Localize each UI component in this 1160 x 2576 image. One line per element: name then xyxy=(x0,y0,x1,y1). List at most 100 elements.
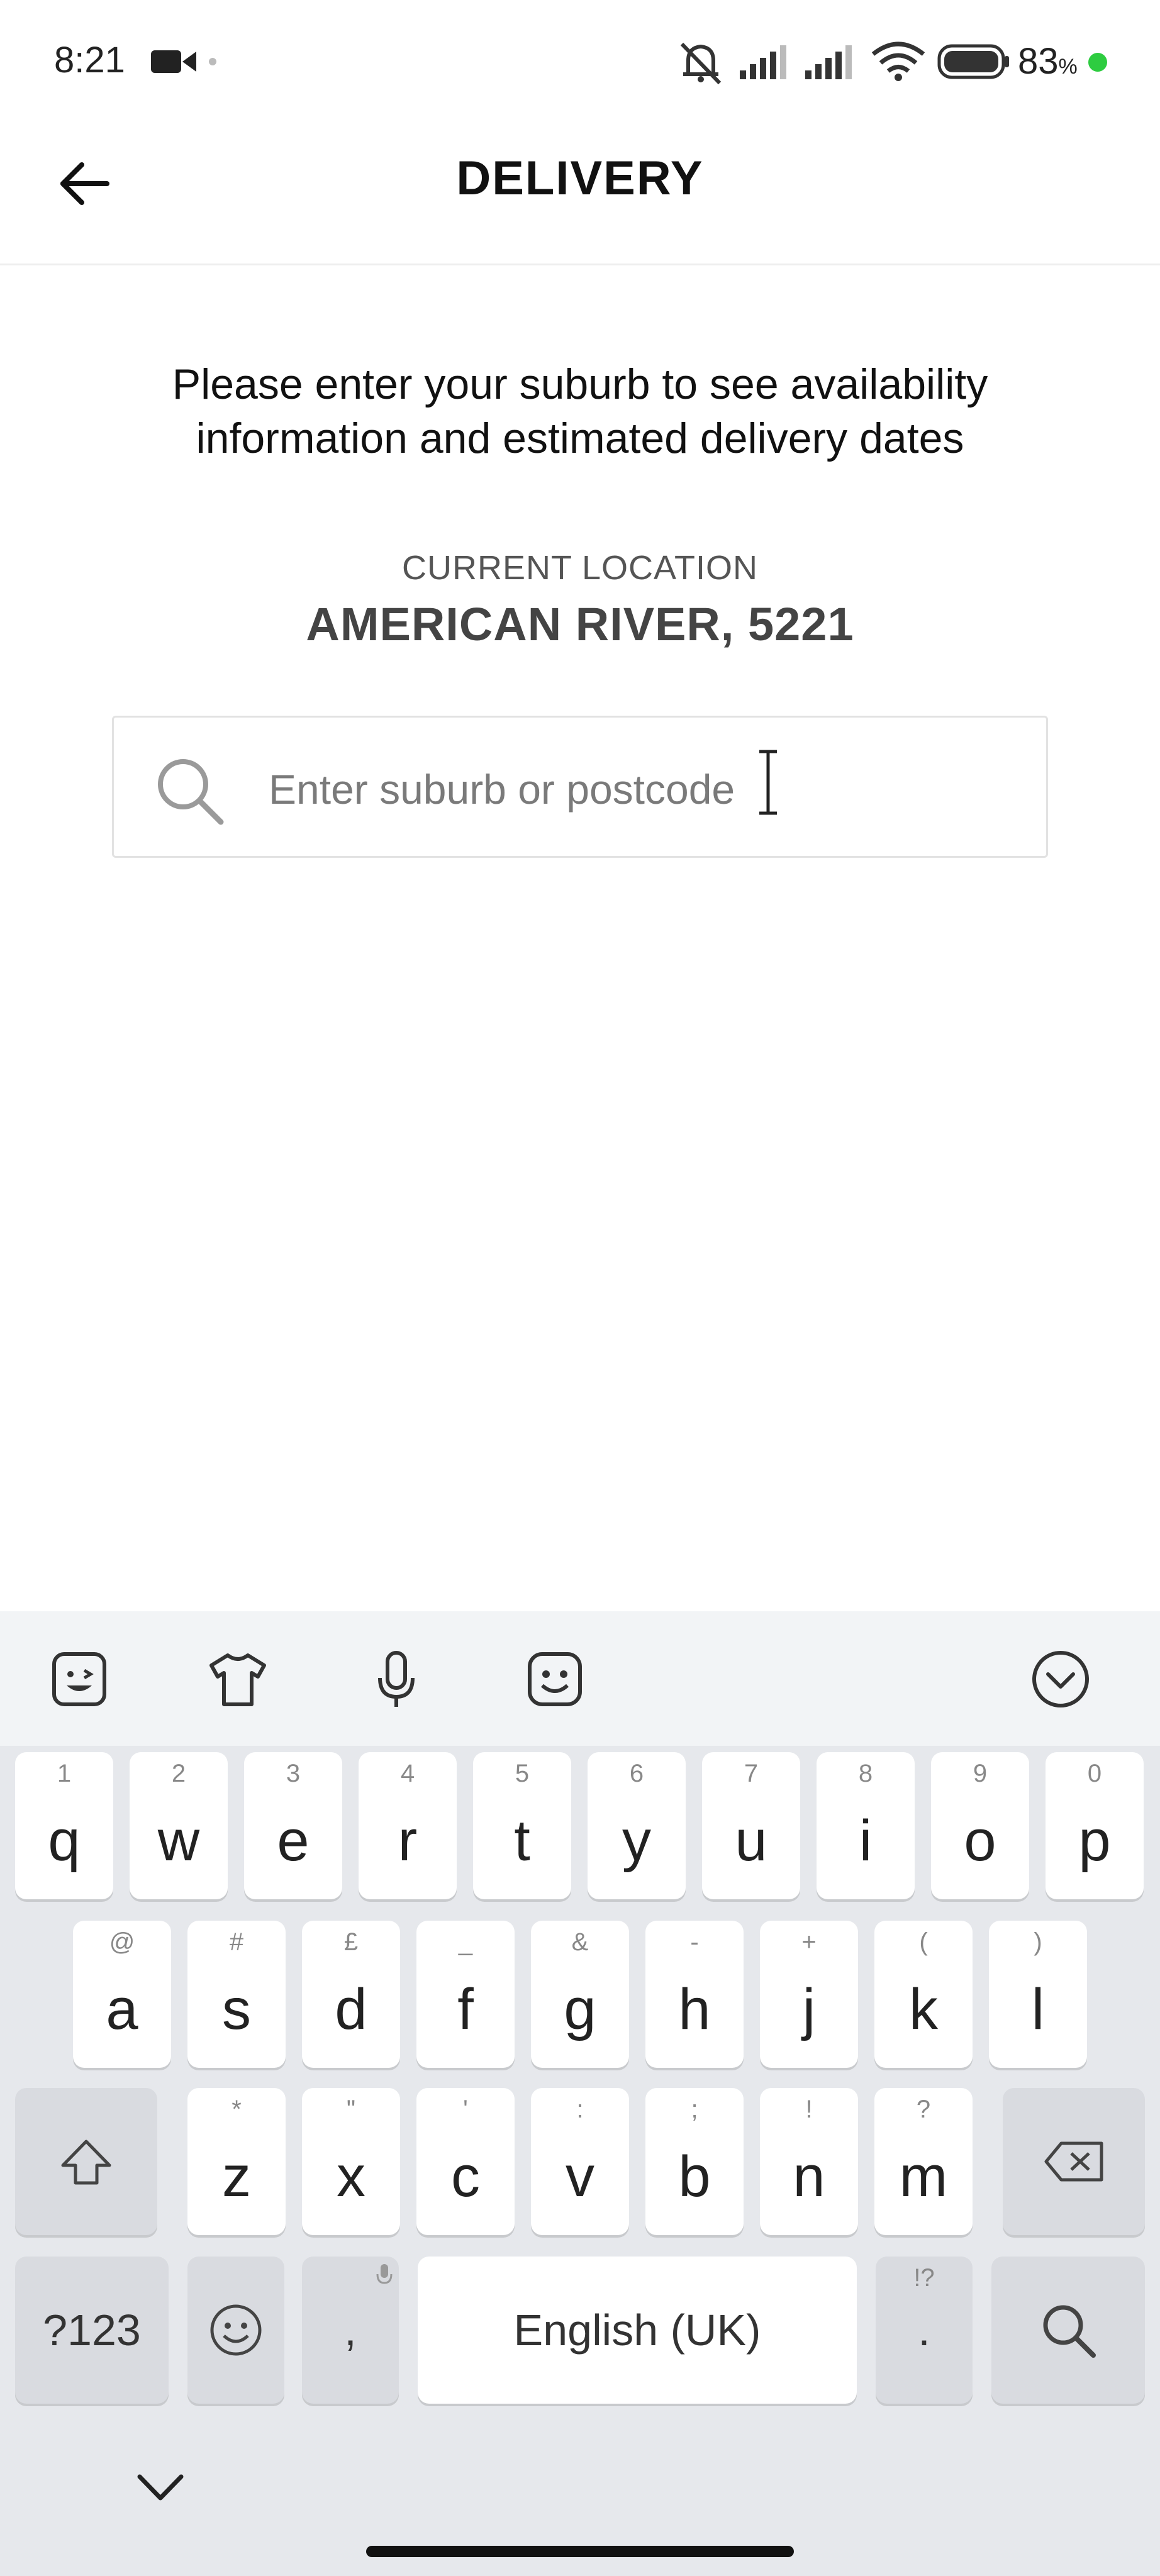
key-label: k xyxy=(909,1977,938,2041)
space-key[interactable]: English (UK) xyxy=(418,2257,857,2404)
key-w[interactable]: 2w xyxy=(130,1752,228,1899)
signal-strength-icon xyxy=(805,45,852,79)
suburb-search-box[interactable] xyxy=(112,716,1048,858)
key-j[interactable]: + j xyxy=(760,1921,858,2068)
key-hint: 8 xyxy=(858,1760,873,1787)
symbols-key[interactable]: ?123 xyxy=(15,2257,169,2404)
privacy-indicator-dot xyxy=(1088,53,1107,72)
key-hint: 9 xyxy=(973,1760,988,1787)
key-hint: # xyxy=(229,1928,244,1956)
key-label: n xyxy=(793,2145,825,2209)
key-hint: ) xyxy=(1034,1928,1042,1956)
key-label: h xyxy=(678,1977,711,2041)
period-key[interactable]: !? . xyxy=(876,2257,973,2404)
microphone-icon[interactable] xyxy=(364,1646,429,1712)
key-g[interactable]: & g xyxy=(531,1921,629,2068)
key-label: b xyxy=(678,2145,711,2209)
key-label: g xyxy=(564,1977,596,2041)
key-d[interactable]: £ d xyxy=(302,1921,400,2068)
key-label: z xyxy=(222,2145,251,2209)
key-label: f xyxy=(457,1977,474,2041)
key-hint: - xyxy=(690,1928,699,1956)
key-q[interactable]: 1q xyxy=(15,1752,113,1899)
sticker-icon[interactable] xyxy=(47,1646,112,1712)
search-icon xyxy=(158,759,224,825)
key-x[interactable]: " x xyxy=(302,2088,400,2235)
key-label: p xyxy=(1078,1809,1111,1873)
keyboard-keys: 1q2w3e4r5t6y7u8i9o0p @ a # s £ d _ f & g - h + j(k) l … xyxy=(0,1746,1160,2576)
soft-keyboard: 1q2w3e4r5t6y7u8i9o0p @ a # s £ d _ f & g - h + j(k) l … xyxy=(0,1611,1160,2576)
key-o[interactable]: 9o xyxy=(931,1752,1029,1899)
shift-key[interactable] xyxy=(15,2088,157,2235)
key-e[interactable]: 3e xyxy=(244,1752,342,1899)
key-a[interactable]: @ a xyxy=(73,1921,171,2068)
key-n[interactable]: ! n xyxy=(760,2088,858,2235)
key-t[interactable]: 5t xyxy=(473,1752,571,1899)
tshirt-icon[interactable] xyxy=(205,1646,270,1712)
key-b[interactable]: ; b xyxy=(645,2088,744,2235)
symbols-key-label: ?123 xyxy=(43,2306,141,2355)
key-hint: _ xyxy=(458,1928,473,1956)
key-label: t xyxy=(514,1809,530,1873)
hide-keyboard-chevron-icon[interactable] xyxy=(132,2465,189,2509)
text-cursor-icon xyxy=(759,750,777,815)
page-title: DELIVERY xyxy=(456,152,704,205)
key-z[interactable]: * z xyxy=(187,2088,286,2235)
key-hint: : xyxy=(576,2096,584,2123)
key-u[interactable]: 7u xyxy=(702,1752,800,1899)
muted-bell-icon xyxy=(680,42,722,85)
key-label: w xyxy=(157,1809,200,1873)
key-label: d xyxy=(335,1977,367,2041)
period-key-label: . xyxy=(918,2306,930,2355)
suburb-search-input[interactable] xyxy=(269,752,1011,827)
key-f[interactable]: _ f xyxy=(416,1921,515,2068)
key-p[interactable]: 0p xyxy=(1046,1752,1144,1899)
key-m[interactable]: ? m xyxy=(874,2088,973,2235)
key-i[interactable]: 8i xyxy=(817,1752,915,1899)
comma-key[interactable]: , xyxy=(302,2257,399,2404)
key-s[interactable]: # s xyxy=(187,1921,286,2068)
home-indicator[interactable] xyxy=(366,2546,794,2557)
battery-percent: 83% xyxy=(1018,41,1078,82)
key-v[interactable]: :v xyxy=(531,2088,629,2235)
emoji-key[interactable] xyxy=(187,2257,284,2404)
notification-dot-icon xyxy=(209,58,216,65)
backspace-key[interactable] xyxy=(1003,2088,1145,2235)
key-y[interactable]: 6y xyxy=(588,1752,686,1899)
keyboard-toolbar xyxy=(0,1611,1160,1746)
key-label: a xyxy=(106,1977,138,2041)
status-time: 8:21 xyxy=(54,40,125,80)
key-hint: 4 xyxy=(400,1760,415,1787)
key-c[interactable]: ' c xyxy=(416,2088,515,2235)
search-action-key[interactable] xyxy=(991,2257,1145,2404)
status-bar: 8:21 83% xyxy=(0,0,1160,126)
key-label: s xyxy=(222,1977,251,2041)
app-header: DELIVERY xyxy=(0,126,1160,265)
key-hint: ' xyxy=(463,2096,468,2123)
key-hint: " xyxy=(346,2096,356,2123)
chevron-down-circle-icon[interactable] xyxy=(1028,1646,1093,1712)
key-l[interactable]: ) l xyxy=(989,1921,1087,2068)
key-r[interactable]: 4r xyxy=(359,1752,457,1899)
emoji-face-icon[interactable] xyxy=(522,1646,588,1712)
key-hint: * xyxy=(231,2096,242,2123)
key-hint: ! xyxy=(805,2096,813,2123)
instructions-line: information and estimated delivery dates xyxy=(196,414,964,462)
backspace-icon xyxy=(1044,2141,1103,2182)
key-label: l xyxy=(1031,1977,1045,2041)
key-h[interactable]: -h xyxy=(645,1921,744,2068)
key-k[interactable]: (k xyxy=(874,1921,973,2068)
key-hint: 7 xyxy=(744,1760,759,1787)
key-hint: @ xyxy=(109,1928,135,1956)
battery-icon xyxy=(937,44,1009,79)
key-label: o xyxy=(964,1809,996,1873)
key-label: r xyxy=(398,1809,418,1873)
smiley-icon xyxy=(210,2304,262,2356)
key-hint: 1 xyxy=(57,1760,72,1787)
wifi-icon xyxy=(871,42,925,81)
key-hint: 0 xyxy=(1087,1760,1102,1787)
signal-strength-icon xyxy=(740,45,786,79)
key-hint: + xyxy=(801,1928,817,1956)
key-hint: ( xyxy=(919,1928,928,1956)
search-icon xyxy=(1043,2305,1096,2358)
